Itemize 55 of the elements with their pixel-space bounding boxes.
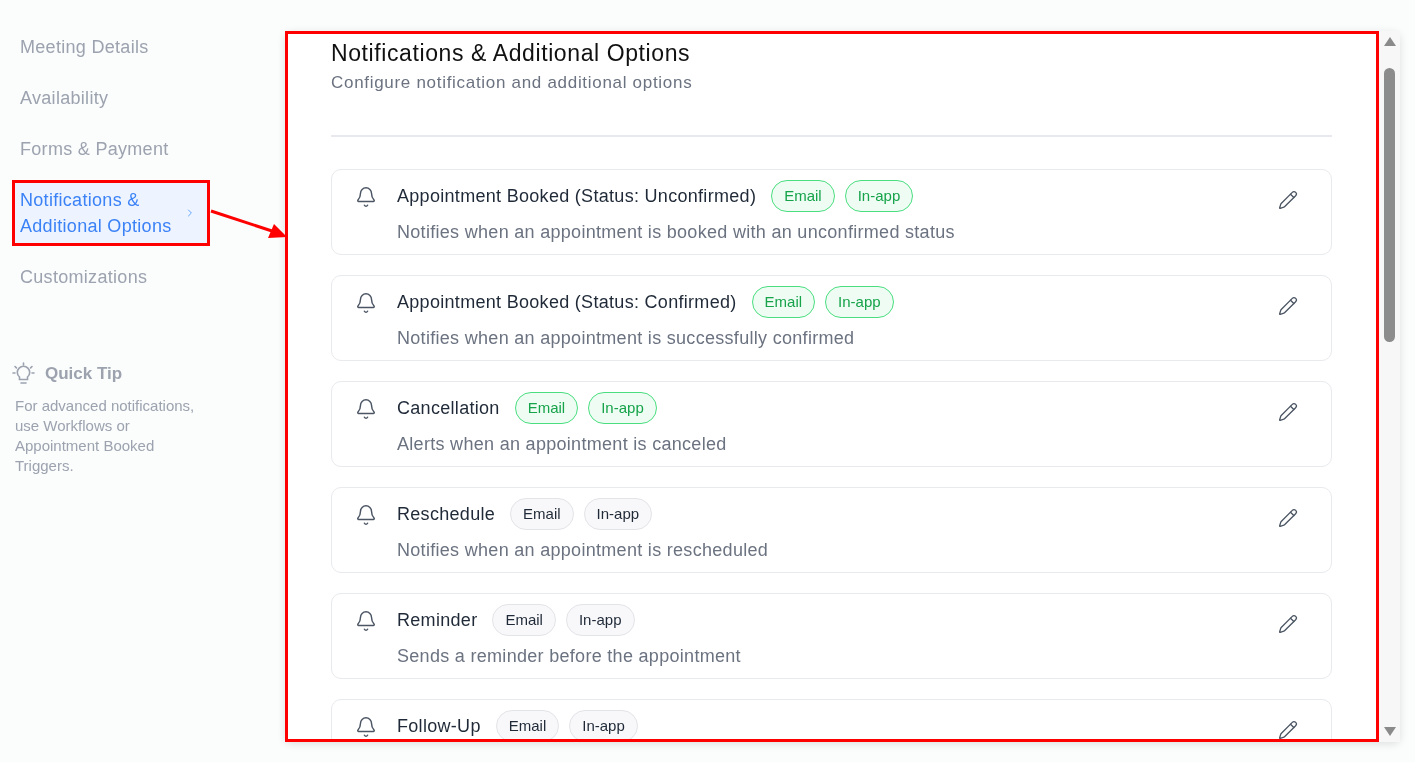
panel-subtitle: Configure notification and additional options bbox=[331, 72, 694, 94]
bell-icon bbox=[355, 292, 377, 314]
channel-badge: In-app bbox=[825, 286, 894, 318]
pencil-icon bbox=[1278, 720, 1298, 739]
pencil-icon bbox=[1278, 402, 1298, 422]
channel-badge: In-app bbox=[583, 498, 653, 530]
pencil-icon bbox=[1278, 614, 1298, 634]
scrollbar-thumb[interactable] bbox=[1384, 68, 1395, 342]
edit-button[interactable] bbox=[1278, 719, 1300, 739]
scrollbar[interactable] bbox=[1379, 31, 1400, 742]
channel-badge: In-app bbox=[588, 392, 657, 424]
channel-badge: Email bbox=[492, 604, 556, 636]
notification-title: Appointment Booked (Status: Confirmed) bbox=[397, 292, 737, 312]
channel-badge: Email bbox=[514, 392, 579, 424]
sidebar-item[interactable]: Meeting Details bbox=[12, 27, 210, 67]
pencil-icon bbox=[1278, 296, 1298, 316]
channel-badge: Email bbox=[510, 498, 574, 530]
sidebar-item[interactable]: Forms & Payment bbox=[12, 129, 210, 169]
sidebar-item[interactable]: Customizations bbox=[12, 257, 210, 297]
bell-icon bbox=[355, 504, 377, 526]
notification-description: Notifies when an appointment is successfully confirmed bbox=[397, 327, 856, 350]
edit-button[interactable] bbox=[1278, 507, 1300, 529]
notification-title: Cancellation bbox=[397, 398, 500, 418]
scroll-up-icon[interactable] bbox=[1383, 37, 1396, 46]
lightbulb-icon bbox=[12, 362, 35, 386]
channel-badge: Email bbox=[495, 710, 560, 739]
channel-badge: In-app bbox=[844, 180, 914, 212]
channel-badge: In-app bbox=[569, 710, 638, 739]
notification-description: Alerts when an appointment is canceled bbox=[397, 433, 728, 456]
channel-badge: Email bbox=[751, 286, 816, 318]
bell-icon bbox=[355, 398, 377, 420]
quick-tip-text: For advanced notifications, use Workflows or Appointment Booked Triggers. bbox=[15, 396, 196, 476]
pencil-icon bbox=[1278, 508, 1298, 528]
channel-badge: Email bbox=[771, 180, 835, 212]
edit-button[interactable] bbox=[1278, 401, 1300, 423]
pencil-icon bbox=[1278, 190, 1298, 210]
channel-badge: In-app bbox=[565, 604, 635, 636]
edit-button[interactable] bbox=[1278, 189, 1300, 211]
scroll-down-icon[interactable] bbox=[1383, 727, 1396, 736]
panel-title: Notifications & Additional Options bbox=[331, 39, 692, 67]
notification-title: Follow-Up bbox=[397, 716, 481, 736]
bell-icon bbox=[355, 186, 377, 208]
notification-description: Sends a reminder before the appointment bbox=[397, 645, 742, 668]
notification-description: Notifies when an appointment is booked with an unconfirmed status bbox=[397, 221, 956, 244]
sidebar-item[interactable]: Availability bbox=[12, 78, 210, 118]
notification-title: Appointment Booked (Status: Unconfirmed) bbox=[397, 186, 757, 206]
bell-icon bbox=[355, 716, 377, 738]
edit-button[interactable] bbox=[1278, 295, 1300, 317]
notification-description: Notifies when an appointment is rescheduled bbox=[397, 539, 770, 562]
quick-tip-title: Quick Tip bbox=[45, 363, 123, 385]
sidebar-item[interactable]: Notifications & Additional Options bbox=[12, 180, 210, 246]
edit-button[interactable] bbox=[1278, 613, 1300, 635]
notification-title: Reminder bbox=[397, 610, 478, 630]
bell-icon bbox=[355, 610, 377, 632]
notification-title: Reschedule bbox=[397, 504, 496, 524]
